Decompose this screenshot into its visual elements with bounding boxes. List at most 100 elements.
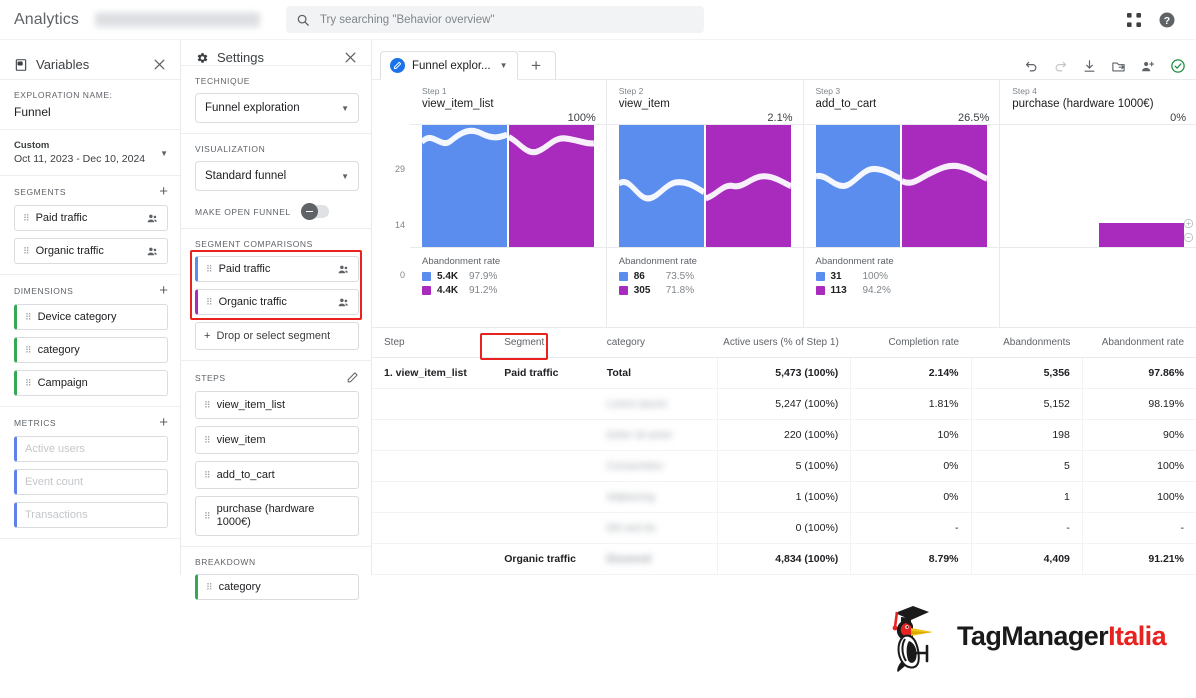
- drag-handle-icon[interactable]: ⠿: [206, 297, 213, 307]
- table-row[interactable]: Organic traffic Eiusmod 4,834 (100%) 8.7…: [372, 543, 1196, 575]
- drag-handle-icon[interactable]: ⠿: [204, 400, 211, 410]
- variable-segment-organic-traffic[interactable]: ⠿ Organic traffic: [14, 238, 168, 264]
- svg-text:?: ?: [1164, 14, 1170, 26]
- step-number: Step 1: [422, 86, 447, 96]
- col-header-abandonments[interactable]: Abandonments: [971, 328, 1083, 358]
- funnel-step-4: Step 4 purchase (hardware 1000€) 0%: [999, 80, 1196, 327]
- cell-category: Adipiscing: [594, 481, 718, 513]
- tab-funnel-exploration[interactable]: Funnel explor... ▼: [380, 51, 518, 80]
- drag-handle-icon[interactable]: ⠿: [23, 246, 30, 256]
- account-name-masked[interactable]: [94, 11, 260, 28]
- variable-metric-transactions[interactable]: Transactions: [14, 502, 168, 528]
- global-search[interactable]: Try searching "Behavior overview": [285, 6, 704, 33]
- technique-select[interactable]: Funnel exploration ▼: [195, 93, 359, 123]
- variable-metric-active-users[interactable]: Active users: [14, 436, 168, 462]
- close-icon[interactable]: [153, 58, 166, 71]
- col-header-segment[interactable]: Segment: [492, 328, 595, 358]
- download-button[interactable]: [1082, 59, 1097, 74]
- exploration-name-value[interactable]: Funnel: [14, 105, 168, 119]
- chevron-down-icon[interactable]: ▼: [500, 61, 508, 70]
- table-row[interactable]: Tempor 3,737 (100%) 6.82% 3,482 93.18%: [372, 574, 1196, 575]
- breakdown-label: BREAKDOWN: [195, 557, 256, 567]
- redo-button[interactable]: [1053, 59, 1068, 74]
- drag-handle-icon[interactable]: ⠿: [25, 312, 32, 322]
- drop-or-select-segment-button[interactable]: + Drop or select segment: [195, 322, 359, 350]
- cell-step: [372, 450, 493, 482]
- cell-category: Consectetur: [594, 450, 718, 482]
- step-item-purchase[interactable]: ⠿ purchase (hardware 1000€): [195, 496, 359, 536]
- funnel-step-1-plot: [410, 124, 606, 248]
- drag-handle-icon[interactable]: ⠿: [204, 435, 211, 445]
- col-header-completion-rate[interactable]: Completion rate: [850, 328, 972, 358]
- funnel-bar-paid[interactable]: [422, 125, 507, 247]
- step-item-view-item-list[interactable]: ⠿ view_item_list: [195, 391, 359, 419]
- variable-dimension-category[interactable]: ⠿ category: [14, 337, 168, 363]
- pencil-icon[interactable]: [346, 371, 359, 384]
- add-segment-button[interactable]: +: [159, 184, 168, 199]
- col-header-step[interactable]: Step: [372, 328, 493, 358]
- funnel-bar-paid[interactable]: [815, 125, 901, 247]
- variable-dimension-device-category[interactable]: ⠿ Device category: [14, 304, 168, 330]
- variable-segment-paid-traffic[interactable]: ⠿ Paid traffic: [14, 205, 168, 231]
- col-header-category[interactable]: category: [594, 328, 718, 358]
- share-button[interactable]: [1140, 59, 1156, 74]
- status-button[interactable]: [1170, 58, 1186, 74]
- add-dimension-button[interactable]: +: [159, 283, 168, 298]
- step-percent: 100%: [567, 112, 596, 124]
- col-header-active-users[interactable]: Active users (% of Step 1): [717, 328, 851, 358]
- table-row[interactable]: Adipiscing 1 (100%) 0% 1 100%: [372, 481, 1196, 513]
- variable-metric-event-count[interactable]: Event count: [14, 469, 168, 495]
- drag-handle-icon[interactable]: ⠿: [25, 378, 32, 388]
- segment-comparison-organic-traffic[interactable]: ⠿ Organic traffic: [195, 289, 359, 315]
- funnel-bar-organic[interactable]: [508, 125, 594, 247]
- funnel-bar-organic[interactable]: [705, 125, 791, 247]
- funnel-step-1: Step 1 view_item_list 100% Abandonment r…: [410, 80, 606, 327]
- legend-count-organic: 113: [830, 285, 847, 296]
- undo-button[interactable]: [1024, 59, 1039, 74]
- chevron-down-icon: ▼: [341, 103, 349, 113]
- add-tab-button[interactable]: +: [517, 51, 556, 80]
- table-row[interactable]: Elit sed do 0 (100%) - - -: [372, 512, 1196, 544]
- help-circle-icon[interactable]: ?: [1158, 11, 1176, 29]
- make-open-funnel-toggle[interactable]: [300, 203, 329, 220]
- close-icon[interactable]: [344, 51, 357, 64]
- step-item-add-to-cart[interactable]: ⠿ add_to_cart: [195, 461, 359, 489]
- table-row[interactable]: Lorem ipsum 5,247 (100%) 1.81% 5,152 98.…: [372, 388, 1196, 420]
- drag-handle-icon[interactable]: ⠿: [23, 213, 30, 223]
- visualization-select[interactable]: Standard funnel ▼: [195, 161, 359, 191]
- funnel-bar-organic[interactable]: [902, 125, 988, 247]
- variable-dimension-campaign[interactable]: ⠿ Campaign: [14, 370, 168, 396]
- breakdown-item-category[interactable]: ⠿ category: [195, 574, 359, 600]
- variables-icon: [14, 58, 28, 72]
- table-row[interactable]: Consectetur 5 (100%) 0% 5 100%: [372, 450, 1196, 482]
- table-row[interactable]: Dolor sit amet 220 (100%) 10% 198 90%: [372, 419, 1196, 451]
- add-metric-button[interactable]: +: [159, 415, 168, 430]
- apps-grid-icon[interactable]: [1126, 12, 1142, 28]
- analytics-brand[interactable]: Analytics: [14, 11, 79, 29]
- make-open-funnel-label: MAKE OPEN FUNNEL: [195, 206, 291, 217]
- funnel-bar-organic[interactable]: [1099, 223, 1184, 247]
- cell-segment: [492, 419, 595, 451]
- drag-handle-icon[interactable]: ⠿: [25, 345, 32, 355]
- breakdown-item-label: category: [218, 581, 261, 593]
- date-range-section[interactable]: Custom Oct 11, 2023 - Dec 10, 2024 ▼: [0, 130, 180, 176]
- drag-handle-icon[interactable]: ⠿: [204, 511, 211, 521]
- legend-rate-paid: 100%: [862, 271, 889, 282]
- drag-handle-icon[interactable]: ⠿: [206, 264, 213, 274]
- step-item-view-item[interactable]: ⠿ view_item: [195, 426, 359, 454]
- drag-handle-icon[interactable]: ⠿: [206, 582, 213, 592]
- funnel-bar-paid[interactable]: [618, 125, 704, 247]
- segment-comparison-paid-traffic[interactable]: ⠿ Paid traffic: [195, 256, 359, 282]
- table-row[interactable]: 1. view_item_list Paid traffic Total 5,4…: [372, 357, 1196, 389]
- drag-handle-icon[interactable]: ⠿: [204, 470, 211, 480]
- legend-rate-paid: 73.5%: [665, 271, 695, 282]
- cell-segment: [492, 450, 595, 482]
- technique-section: TECHNIQUE Funnel exploration ▼: [181, 66, 371, 134]
- segment-comparison-label: Organic traffic: [218, 296, 287, 308]
- export-button[interactable]: [1111, 59, 1126, 74]
- col-header-abandonment-rate[interactable]: Abandonment rate: [1082, 328, 1196, 358]
- search-placeholder: Try searching "Behavior overview": [319, 13, 495, 26]
- cell-active-users: 3,737 (100%): [716, 574, 851, 575]
- chevron-down-icon[interactable]: ▼: [160, 140, 168, 158]
- chart-zoom-controls[interactable]: [1183, 218, 1194, 243]
